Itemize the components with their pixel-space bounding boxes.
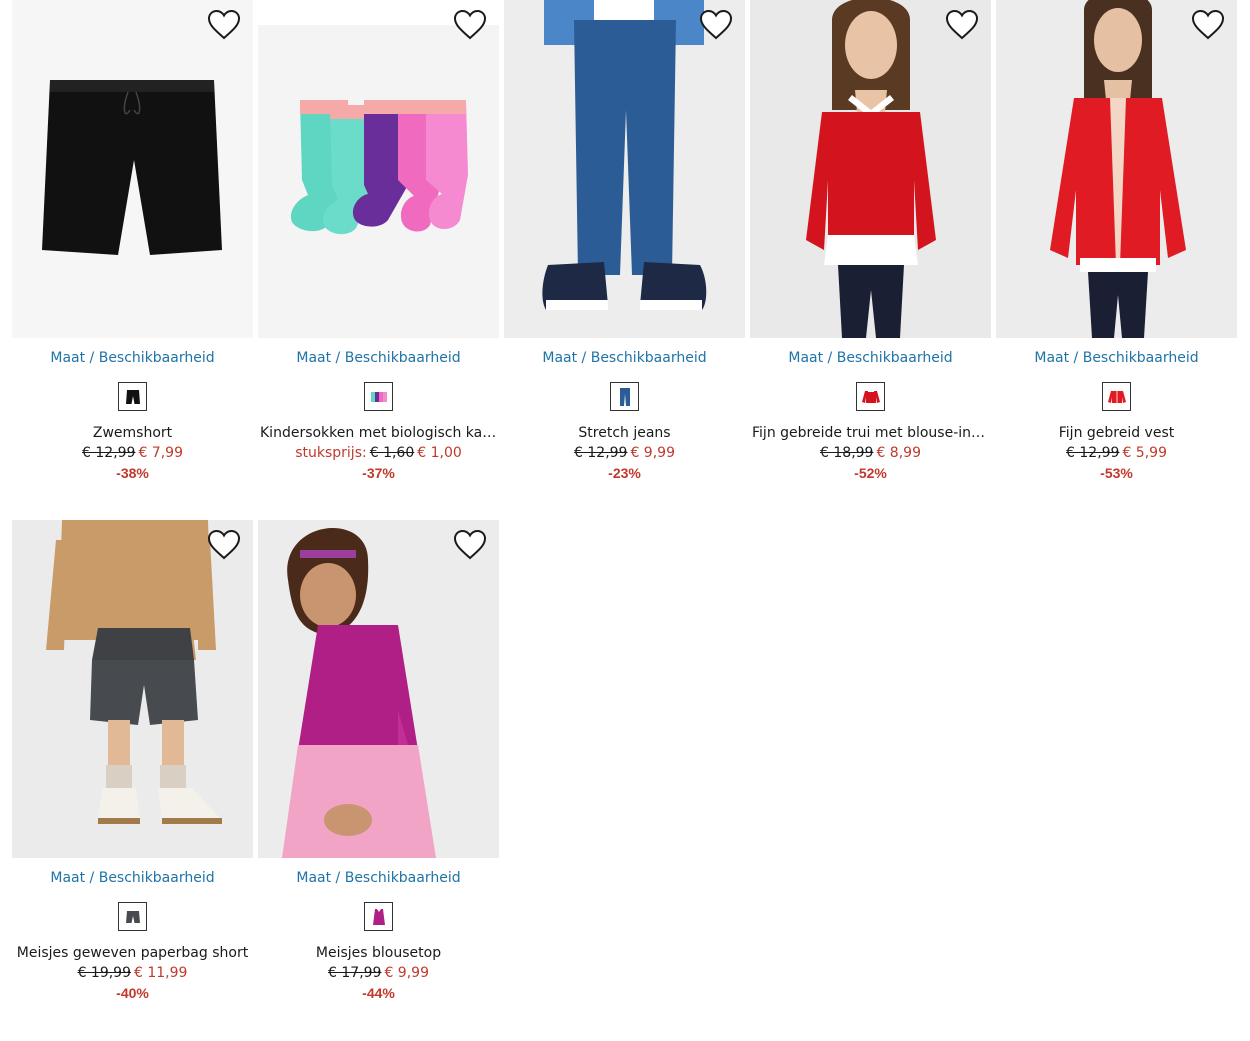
product-card: Maat / Beschikbaarheid Fijn gebreide tru… bbox=[750, 0, 991, 483]
color-swatches bbox=[504, 382, 745, 412]
size-availability-link[interactable]: Maat / Beschikbaarheid bbox=[12, 349, 253, 367]
black-shorts-icon[interactable] bbox=[118, 382, 147, 411]
product-title[interactable]: Kindersokken met biologisch katoe… bbox=[258, 423, 499, 443]
red-cardigan-icon[interactable] bbox=[1102, 382, 1131, 411]
product-price: € 12,99 € 9,99 bbox=[504, 443, 745, 463]
grey-shorts-icon[interactable] bbox=[118, 902, 147, 931]
favorite-heart-icon[interactable] bbox=[1191, 9, 1225, 41]
product-image[interactable] bbox=[12, 0, 253, 338]
size-availability-link[interactable]: Maat / Beschikbaarheid bbox=[504, 349, 745, 367]
product-image[interactable] bbox=[12, 520, 253, 858]
favorite-heart-icon[interactable] bbox=[453, 9, 487, 41]
size-availability-link[interactable]: Maat / Beschikbaarheid bbox=[258, 869, 499, 887]
sale-price: € 1,00 bbox=[417, 445, 462, 461]
favorite-heart-icon[interactable] bbox=[699, 9, 733, 41]
discount-badge: -53% bbox=[1100, 465, 1133, 481]
sale-price: € 8,99 bbox=[876, 445, 921, 461]
favorite-heart-icon[interactable] bbox=[453, 529, 487, 561]
color-swatches bbox=[258, 902, 499, 932]
color-swatches bbox=[258, 382, 499, 412]
product-price: € 19,99 € 11,99 bbox=[12, 963, 253, 983]
product-card: Maat / Beschikbaarheid Zwemshort € 12,99… bbox=[12, 0, 253, 483]
old-price: € 1,60 bbox=[369, 445, 415, 461]
old-price: € 19,99 bbox=[77, 965, 131, 981]
multicolor-socks-icon[interactable] bbox=[364, 382, 393, 411]
product-price: € 17,99 € 9,99 bbox=[258, 963, 499, 983]
color-swatches bbox=[996, 382, 1237, 412]
favorite-heart-icon[interactable] bbox=[207, 529, 241, 561]
sale-price: € 9,99 bbox=[630, 445, 675, 461]
product-title[interactable]: Fijn gebreid vest bbox=[996, 423, 1237, 443]
magenta-top-icon[interactable] bbox=[364, 902, 393, 931]
sale-price: € 7,99 bbox=[138, 445, 183, 461]
product-card: Maat / Beschikbaarheid Fijn gebreid vest… bbox=[996, 0, 1237, 483]
blue-jeans-icon[interactable] bbox=[610, 382, 639, 411]
color-swatches bbox=[12, 382, 253, 412]
discount-badge: -52% bbox=[854, 465, 887, 481]
sale-price: € 11,99 bbox=[134, 965, 188, 981]
product-price: € 12,99 € 7,99 bbox=[12, 443, 253, 463]
size-availability-link[interactable]: Maat / Beschikbaarheid bbox=[996, 349, 1237, 367]
old-price: € 12,99 bbox=[1066, 445, 1120, 461]
product-image[interactable] bbox=[258, 520, 499, 858]
product-title[interactable]: Meisjes blousetop bbox=[258, 943, 499, 963]
size-availability-link[interactable]: Maat / Beschikbaarheid bbox=[750, 349, 991, 367]
product-image[interactable] bbox=[258, 0, 499, 338]
sale-price: € 9,99 bbox=[384, 965, 429, 981]
discount-badge: -38% bbox=[116, 465, 149, 481]
product-price: stuksprijs: € 1,60 € 1,00 bbox=[258, 443, 499, 463]
product-row: Maat / Beschikbaarheid Meisjes geweven p… bbox=[12, 520, 1238, 1020]
product-card: Maat / Beschikbaarheid Stretch jeans € 1… bbox=[504, 0, 745, 483]
color-swatches bbox=[12, 902, 253, 932]
product-price: € 18,99 € 8,99 bbox=[750, 443, 991, 463]
product-price: € 12,99 € 5,99 bbox=[996, 443, 1237, 463]
discount-badge: -40% bbox=[116, 985, 149, 1001]
product-card: Maat / Beschikbaarheid Kindersokken met … bbox=[258, 0, 499, 483]
product-card: Maat / Beschikbaarheid Meisjes blousetop… bbox=[258, 520, 499, 1003]
product-title[interactable]: Meisjes geweven paperbag short bbox=[12, 943, 253, 963]
sale-price: € 5,99 bbox=[1122, 445, 1167, 461]
product-image[interactable] bbox=[996, 0, 1237, 338]
discount-badge: -44% bbox=[362, 985, 395, 1001]
old-price: € 18,99 bbox=[820, 445, 874, 461]
old-price: € 12,99 bbox=[82, 445, 136, 461]
size-availability-link[interactable]: Maat / Beschikbaarheid bbox=[258, 349, 499, 367]
product-card: Maat / Beschikbaarheid Meisjes geweven p… bbox=[12, 520, 253, 1003]
old-price: € 12,99 bbox=[574, 445, 628, 461]
product-title[interactable]: Fijn gebreide trui met blouse-inzet bbox=[750, 423, 991, 443]
favorite-heart-icon[interactable] bbox=[207, 9, 241, 41]
discount-badge: -23% bbox=[608, 465, 641, 481]
discount-badge: -37% bbox=[362, 465, 395, 481]
old-price: € 17,99 bbox=[328, 965, 382, 981]
color-swatches bbox=[750, 382, 991, 412]
product-image[interactable] bbox=[504, 0, 745, 338]
favorite-heart-icon[interactable] bbox=[945, 9, 979, 41]
product-row: Maat / Beschikbaarheid Zwemshort € 12,99… bbox=[12, 0, 1238, 500]
size-availability-link[interactable]: Maat / Beschikbaarheid bbox=[12, 869, 253, 887]
product-image[interactable] bbox=[750, 0, 991, 338]
product-title[interactable]: Zwemshort bbox=[12, 423, 253, 443]
red-sweater-icon[interactable] bbox=[856, 382, 885, 411]
product-title[interactable]: Stretch jeans bbox=[504, 423, 745, 443]
unit-price-label: stuksprijs: bbox=[295, 445, 367, 461]
